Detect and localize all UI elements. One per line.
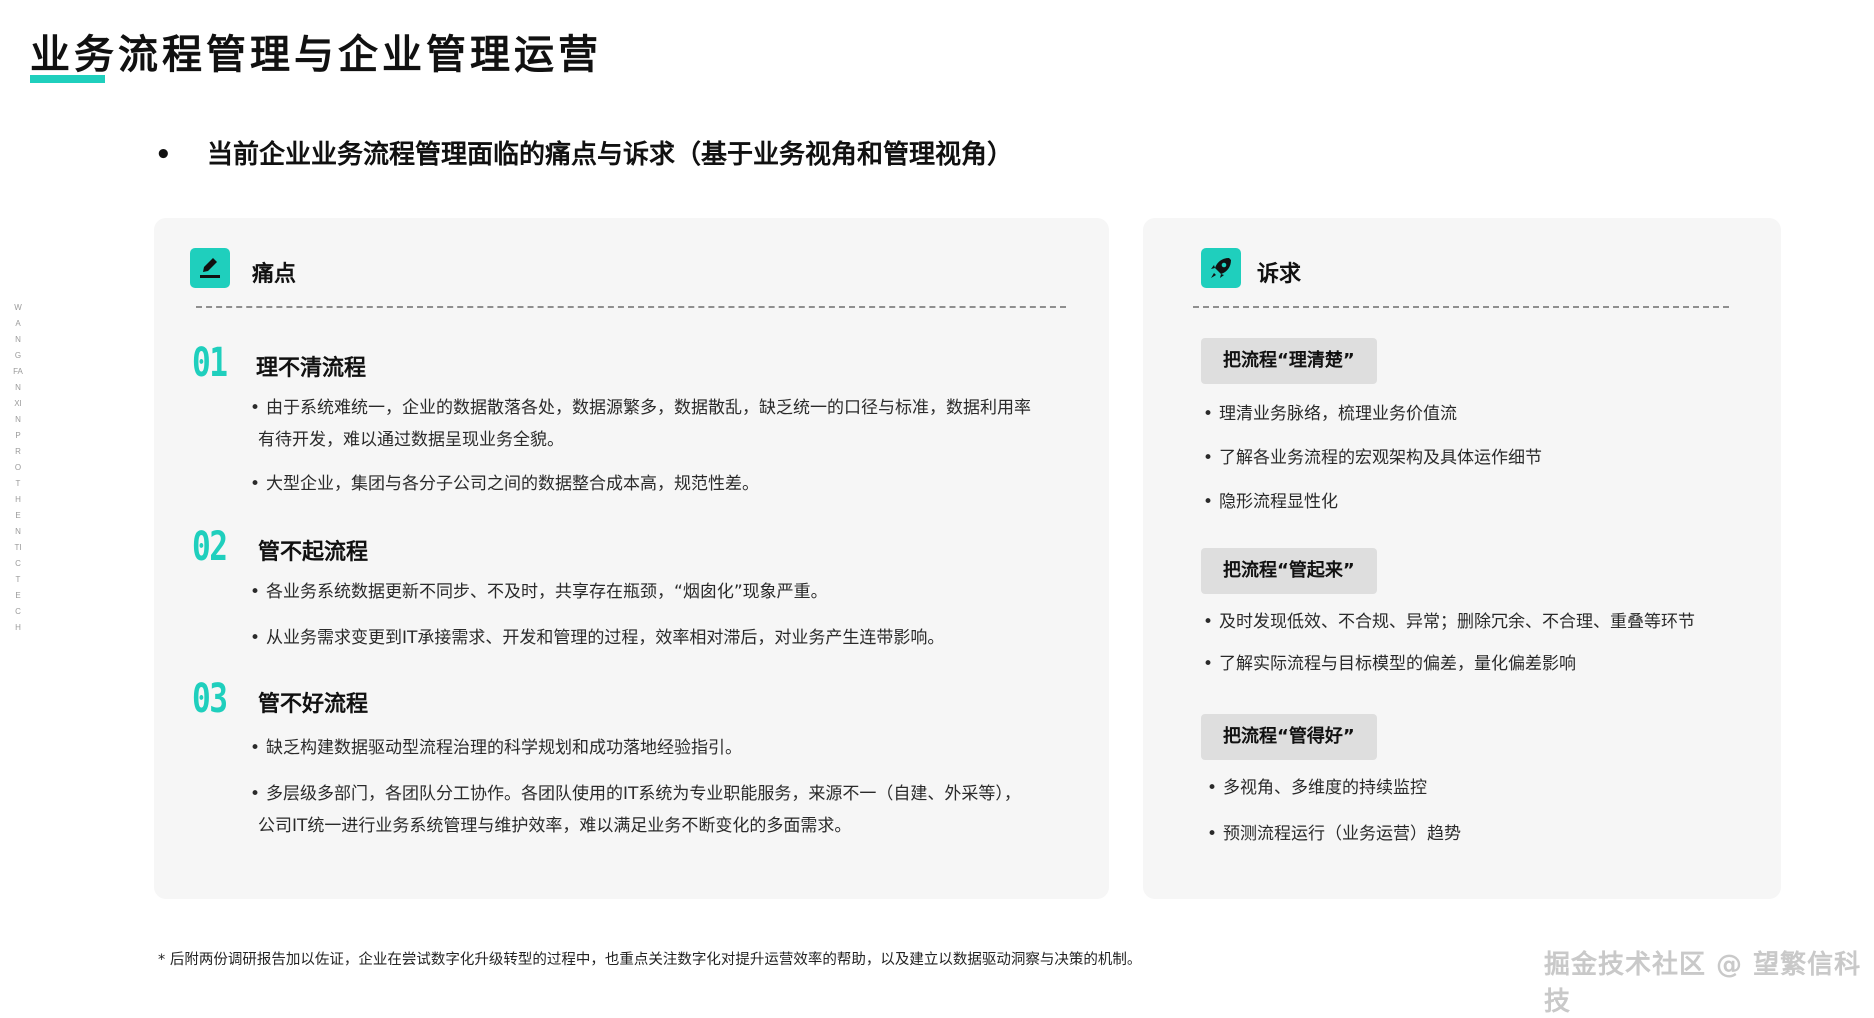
title-underline	[30, 75, 105, 83]
section-number: 02	[192, 524, 228, 570]
list-item: • 缺乏构建数据驱动型流程治理的科学规划和成功落地经验指引。	[250, 738, 743, 758]
list-item: • 理清业务脉络，梳理业务价值流	[1203, 404, 1458, 424]
page-title: 业务流程管理与企业管理运营	[30, 32, 602, 78]
list-item: • 隐形流程显性化	[1203, 492, 1339, 512]
divider	[1193, 306, 1729, 308]
footnote: * 后附两份调研报告加以佐证，企业在尝试数字化升级转型的过程中，也重点关注数字化…	[158, 952, 1142, 968]
pain-points-heading: 痛点	[252, 262, 297, 287]
demands-heading: 诉求	[1257, 262, 1302, 287]
list-item: • 多视角、多维度的持续监控	[1207, 778, 1428, 798]
section-title: 管不好流程	[258, 692, 369, 717]
list-item: • 从业务需求变更到IT承接需求、开发和管理的过程，效率相对滞后，对业务产生连带影…	[250, 628, 945, 648]
subtitle-text: 当前企业业务流程管理面临的痛点与诉求（基于业务视角和管理视角）	[207, 140, 1014, 170]
list-item: • 各业务系统数据更新不同步、不及时，共享存在瓶颈，“烟囱化”现象严重。	[250, 582, 828, 602]
list-item: • 由于系统难统一，企业的数据散落各处，数据源繁多，数据散乱，缺乏统一的口径与标准…	[250, 398, 1032, 418]
demand-tag: 把流程“管得好”	[1201, 714, 1377, 760]
demand-tag: 把流程“理清楚”	[1201, 338, 1377, 384]
list-item: • 多层级多部门，各团队分工协作。各团队使用的IT系统为专业职能服务，来源不一（自…	[250, 784, 1021, 804]
section-number: 01	[192, 340, 228, 386]
section-title: 理不清流程	[256, 356, 367, 381]
subtitle: • 当前企业业务流程管理面临的痛点与诉求（基于业务视角和管理视角）	[155, 134, 1013, 171]
section-title: 管不起流程	[258, 540, 369, 565]
demand-tag: 把流程“管起来”	[1201, 548, 1377, 594]
subtitle-bullet: •	[155, 140, 172, 170]
demands-card: 诉求 把流程“理清楚” • 理清业务脉络，梳理业务价值流 • 了解各业务流程的宏观架…	[1143, 218, 1781, 899]
list-item: • 大型企业，集团与各分子公司之间的数据整合成本高，规范性差。	[250, 474, 760, 494]
vertical-brand-tag: WANGFANXIN PROTHENTIC TECH	[13, 303, 23, 632]
section-number: 03	[192, 676, 228, 722]
divider	[196, 306, 1066, 308]
list-item-continuation: 公司IT统一进行业务系统管理与维护效率，难以满足业务不断变化的多面需求。	[258, 816, 852, 836]
watermark: 掘金技术社区 @ 望繁信科技	[1544, 950, 1862, 1017]
edit-icon	[190, 248, 230, 288]
pain-points-card: 痛点 01 理不清流程 • 由于系统难统一，企业的数据散落各处，数据源繁多，数据散…	[154, 218, 1109, 899]
list-item: • 了解实际流程与目标模型的偏差，量化偏差影响	[1203, 654, 1577, 674]
list-item: • 预测流程运行（业务运营）趋势	[1207, 824, 1462, 844]
list-item: • 及时发现低效、不合规、异常；删除冗余、不合理、重叠等环节	[1203, 612, 1696, 632]
list-item: • 了解各业务流程的宏观架构及具体运作细节	[1203, 448, 1543, 468]
list-item-continuation: 有待开发，难以通过数据呈现业务全貌。	[258, 430, 564, 450]
rocket-icon	[1201, 248, 1241, 288]
